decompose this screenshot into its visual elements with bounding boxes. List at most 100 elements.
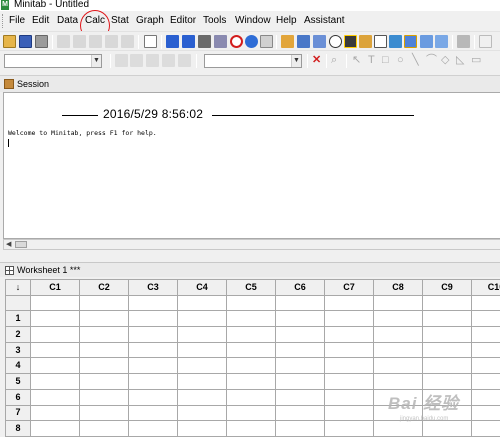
data-cell[interactable] xyxy=(324,388,374,406)
column-name-cell[interactable] xyxy=(471,294,500,312)
data-cell[interactable] xyxy=(30,326,80,343)
data-cell[interactable] xyxy=(177,326,227,343)
menu-help[interactable]: Help xyxy=(276,15,297,27)
data-cell[interactable] xyxy=(128,357,178,375)
data-cell[interactable] xyxy=(177,420,227,437)
column-name-cell[interactable] xyxy=(226,294,276,312)
column-header[interactable]: C5 xyxy=(226,279,276,296)
graph-folder-icon[interactable] xyxy=(313,35,326,48)
help-icon[interactable] xyxy=(245,35,258,48)
menu-file[interactable]: File xyxy=(9,15,25,27)
find-replace-icon[interactable] xyxy=(214,35,227,48)
data-cell[interactable] xyxy=(471,420,500,437)
data-cell[interactable] xyxy=(177,357,227,375)
row-header[interactable]: 5 xyxy=(5,373,31,390)
data-cell[interactable] xyxy=(128,404,178,422)
scroll-left-icon[interactable]: ◀ xyxy=(6,240,11,249)
crosshair-icon[interactable] xyxy=(146,54,159,67)
history-icon[interactable] xyxy=(344,35,357,48)
rectangle-tool-icon[interactable]: □ xyxy=(382,53,389,67)
data-cell[interactable] xyxy=(471,326,500,343)
data-cell[interactable] xyxy=(128,420,178,437)
data-cell[interactable] xyxy=(275,326,325,343)
menu-graph[interactable]: Graph xyxy=(136,15,164,27)
data-cell[interactable] xyxy=(128,373,178,390)
data-cell[interactable] xyxy=(471,373,500,390)
data-cell[interactable] xyxy=(128,310,178,328)
data-cell[interactable] xyxy=(324,420,374,437)
arrow-up-icon[interactable] xyxy=(166,35,179,48)
data-cell[interactable] xyxy=(79,326,129,343)
menu-assistant[interactable]: Assistant xyxy=(304,15,345,27)
data-cell[interactable] xyxy=(373,310,423,328)
data-cell[interactable] xyxy=(30,404,80,422)
text-tool-icon[interactable]: T xyxy=(368,53,375,67)
data-cell[interactable] xyxy=(79,341,129,359)
new-document-icon[interactable] xyxy=(374,35,387,48)
menu-stat[interactable]: Stat xyxy=(111,15,129,27)
data-cell[interactable] xyxy=(275,341,325,359)
data-cell[interactable] xyxy=(177,373,227,390)
menu-calc[interactable]: Calc xyxy=(85,15,105,27)
data-cell[interactable] xyxy=(275,373,325,390)
ellipse-tool-icon[interactable]: ○ xyxy=(397,53,404,67)
row-header[interactable]: 1 xyxy=(5,310,31,328)
data-cell[interactable] xyxy=(471,341,500,359)
data-cell[interactable] xyxy=(226,420,276,437)
pencil-icon[interactable] xyxy=(130,54,143,67)
save-icon[interactable] xyxy=(19,35,32,48)
worksheet-window-header[interactable]: Worksheet 1 *** xyxy=(0,262,500,277)
data-cell[interactable] xyxy=(30,341,80,359)
worksheet-combo[interactable]: ▼ xyxy=(4,54,102,68)
data-cell[interactable] xyxy=(177,404,227,422)
data-cell[interactable] xyxy=(79,420,129,437)
column-header[interactable]: C4 xyxy=(177,279,227,296)
undo-icon[interactable] xyxy=(105,35,118,48)
row-header[interactable]: 3 xyxy=(5,341,31,359)
data-cell[interactable] xyxy=(275,420,325,437)
paste-icon[interactable] xyxy=(89,35,102,48)
polyline-tool-icon[interactable]: ⌒ xyxy=(426,53,437,67)
data-cell[interactable] xyxy=(422,373,472,390)
row-header[interactable]: 2 xyxy=(5,326,31,343)
info-icon[interactable] xyxy=(329,35,342,48)
data-cell[interactable] xyxy=(226,326,276,343)
data-cell[interactable] xyxy=(275,388,325,406)
chevron-down-icon[interactable]: ▼ xyxy=(91,55,101,67)
menu-tools[interactable]: Tools xyxy=(203,15,226,27)
data-cell[interactable] xyxy=(324,373,374,390)
new-window-icon[interactable] xyxy=(144,35,157,48)
data-cell[interactable] xyxy=(128,341,178,359)
column-name-cell[interactable] xyxy=(30,294,80,312)
data-cell[interactable] xyxy=(324,341,374,359)
data-cell[interactable] xyxy=(30,388,80,406)
data-cell[interactable] xyxy=(275,310,325,328)
row-header[interactable]: 8 xyxy=(5,420,31,437)
open-icon[interactable] xyxy=(3,35,16,48)
column-header[interactable]: C2 xyxy=(79,279,129,296)
data-cell[interactable] xyxy=(226,388,276,406)
freehand-tool-icon[interactable]: ▭ xyxy=(471,53,481,67)
data-cell[interactable] xyxy=(324,404,374,422)
column-header[interactable]: C6 xyxy=(275,279,325,296)
delete-icon[interactable]: ✕ xyxy=(312,53,321,67)
column-name-cell[interactable] xyxy=(177,294,227,312)
marker-tool-icon[interactable]: ◇ xyxy=(441,53,449,67)
worksheet-window-icon[interactable] xyxy=(297,35,310,48)
data-cell[interactable] xyxy=(177,388,227,406)
menu-editor[interactable]: Editor xyxy=(170,15,196,27)
data-cell[interactable] xyxy=(422,326,472,343)
graph-item-combo[interactable]: ▼ xyxy=(204,54,302,68)
data-cell[interactable] xyxy=(226,373,276,390)
pointer-icon[interactable]: ↖ xyxy=(352,53,361,67)
data-cell[interactable] xyxy=(422,420,472,437)
show-worksheets-icon[interactable] xyxy=(420,35,433,48)
data-cell[interactable] xyxy=(471,310,500,328)
data-cell[interactable] xyxy=(373,341,423,359)
column-header[interactable]: C1 xyxy=(30,279,80,296)
data-cell[interactable] xyxy=(128,326,178,343)
show-graphs-icon[interactable] xyxy=(435,35,448,48)
data-cell[interactable] xyxy=(275,357,325,375)
column-name-cell[interactable] xyxy=(128,294,178,312)
row-header[interactable]: 6 xyxy=(5,388,31,406)
